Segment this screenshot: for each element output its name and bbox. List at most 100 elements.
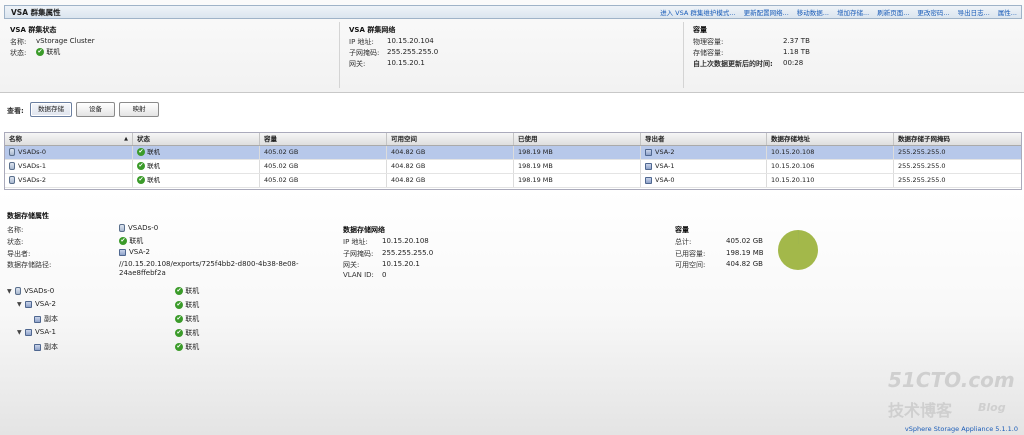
capacity-pie-chart [778,229,818,270]
column-header-address[interactable]: 数据存储地址 [767,133,894,145]
check-icon: ✔ [137,148,145,156]
cell-mask: 255.255.255.0 [898,176,946,184]
appliance-icon [645,148,652,156]
cluster-ip-label: IP 地址: [349,38,374,46]
check-icon: ✔ [175,315,183,323]
column-header-name[interactable]: 名称 ▲ [5,133,133,145]
link-maintenance-mode[interactable]: 进入 VSA 群集维护模式... [660,7,735,17]
product-version: vSphere Storage Appliance 5.1.1.0 [904,425,1018,433]
tree-status: ✔ 联机 [175,329,200,337]
link-move-data[interactable]: 移动数据... [797,7,829,17]
cell-address: 10.15.20.110 [767,174,894,187]
appliance-icon [645,176,652,184]
appliance-icon [25,300,32,308]
cluster-name-label: 名称: [10,38,27,46]
cell-free: 404.82 GB [387,146,514,159]
column-header-used[interactable]: 已使用 [514,133,641,145]
cell-name: VSADs-2 [18,176,47,184]
cell-name: VSADs-0 [18,148,47,156]
link-reconfigure-network[interactable]: 更新配置网络... [744,7,789,17]
tree-node-datastore[interactable]: ▼ VSADs-0 [7,287,54,295]
panel-title: VSA 群集属性 [11,8,61,17]
cluster-mask-value: 255.255.255.0 [387,48,439,56]
link-change-password[interactable]: 更改密码... [917,7,949,17]
tree-status: ✔ 联机 [175,287,200,295]
link-add-storage[interactable]: 增加存储... [837,7,869,17]
ds-ip-value: 10.15.20.108 [382,237,429,245]
last-update-value: 00:28 [783,59,804,67]
datastore-icon [15,287,21,295]
expand-triangle-icon[interactable]: ▼ [17,301,25,308]
physical-capacity-label: 物理容量: [693,38,724,46]
link-export-logs[interactable]: 导出日志... [958,7,990,17]
cell-mask: 255.255.255.0 [898,148,946,156]
ds-free-value: 404.82 GB [726,260,763,268]
check-icon: ✔ [137,162,145,170]
cluster-status-title: VSA 群集状态 [10,26,57,34]
divider [339,22,340,88]
link-properties[interactable]: 属性... [998,7,1017,17]
ds-exporter: VSA-2 [119,248,150,256]
column-header-status[interactable]: 状态 [133,133,260,145]
ds-path-label: 数据存储路径: [7,261,52,269]
cell-free: 404.82 GB [387,160,514,173]
tree-status: ✔ 联机 [175,315,200,323]
cell-address: 10.15.20.108 [767,146,894,159]
appliance-icon [645,162,652,170]
datastore-icon [9,162,15,170]
tree-status: ✔ 联机 [175,343,200,351]
sort-ascending-icon: ▲ [124,136,128,142]
tree-node-replica[interactable]: 副本 [34,314,58,324]
ds-exporter-value: VSA-2 [129,248,150,256]
ds-status-value: 联机 [129,237,144,245]
ds-name-label: 名称: [7,226,24,234]
column-header-mask[interactable]: 数据存储子网掩码 [894,133,1021,145]
capacity-title: 容量 [693,26,707,34]
ds-status: ✔ 联机 [119,236,143,246]
cell-name: VSADs-1 [18,162,47,170]
storage-capacity-label: 存储容量: [693,49,724,57]
view-label: 查看: [7,107,24,115]
last-update-label: 自上次数据更新后的时间: [693,60,773,68]
cell-used: 198.19 MB [514,174,641,187]
tree-node-replica[interactable]: 副本 [34,342,58,352]
expand-triangle-icon[interactable]: ▼ [17,329,25,336]
column-header-free[interactable]: 可用空间 [387,133,514,145]
ds-gateway-label: 网关: [343,261,360,269]
ds-used-value: 198.19 MB [726,249,764,257]
cluster-gateway-label: 网关: [349,60,366,68]
table-row[interactable]: VSADs-2 ✔ 联机 405.02 GB 404.82 GB 198.19 … [5,174,1021,188]
column-header-capacity[interactable]: 容量 [260,133,387,145]
ds-ip-label: IP 地址: [343,238,368,246]
cell-exporter: VSA-1 [655,162,675,170]
tree-node-appliance[interactable]: ▼ VSA-1 [17,328,56,336]
cluster-ip-value: 10.15.20.104 [387,37,434,45]
cell-capacity: 405.02 GB [260,174,387,187]
column-header-exporter[interactable]: 导出者 [641,133,767,145]
ds-total-value: 405.02 GB [726,237,763,245]
check-icon: ✔ [119,237,127,245]
view-devices-button[interactable]: 设备 [76,102,115,117]
action-links: 进入 VSA 群集维护模式... 更新配置网络... 移动数据... 增加存储.… [660,7,1017,17]
ds-status-label: 状态: [7,238,24,246]
tree-node-appliance[interactable]: ▼ VSA-2 [17,300,56,308]
check-icon: ✔ [175,287,183,295]
ds-mask-value: 255.255.255.0 [382,249,434,257]
check-icon: ✔ [175,329,183,337]
datastore-icon [9,176,15,184]
table-row[interactable]: VSADs-0 ✔ 联机 405.02 GB 404.82 GB 198.19 … [5,146,1021,160]
tree-status: ✔ 联机 [175,301,200,309]
table-header: 名称 ▲ 状态 容量 可用空间 已使用 导出者 数据存储地址 数据存储子网掩码 [5,133,1021,146]
view-mapping-button[interactable]: 映射 [119,102,159,117]
table-row[interactable]: VSADs-1 ✔ 联机 405.02 GB 404.82 GB 198.19 … [5,160,1021,174]
watermark-site: 51CTO.com [888,368,1015,392]
properties-panel: VSA 群集属性 进入 VSA 群集维护模式... 更新配置网络... 移动数据… [0,0,1024,93]
link-refresh[interactable]: 刷新页面... [877,7,909,17]
expand-triangle-icon[interactable]: ▼ [7,288,15,295]
ds-used-label: 已用容量: [675,250,706,258]
cell-mask: 255.255.255.0 [898,162,946,170]
watermark-blog: Blog [978,401,1006,414]
view-datastores-button[interactable]: 数据存储 [30,102,72,117]
cluster-status: ✔ 联机 [36,47,60,57]
cell-used: 198.19 MB [514,146,641,159]
